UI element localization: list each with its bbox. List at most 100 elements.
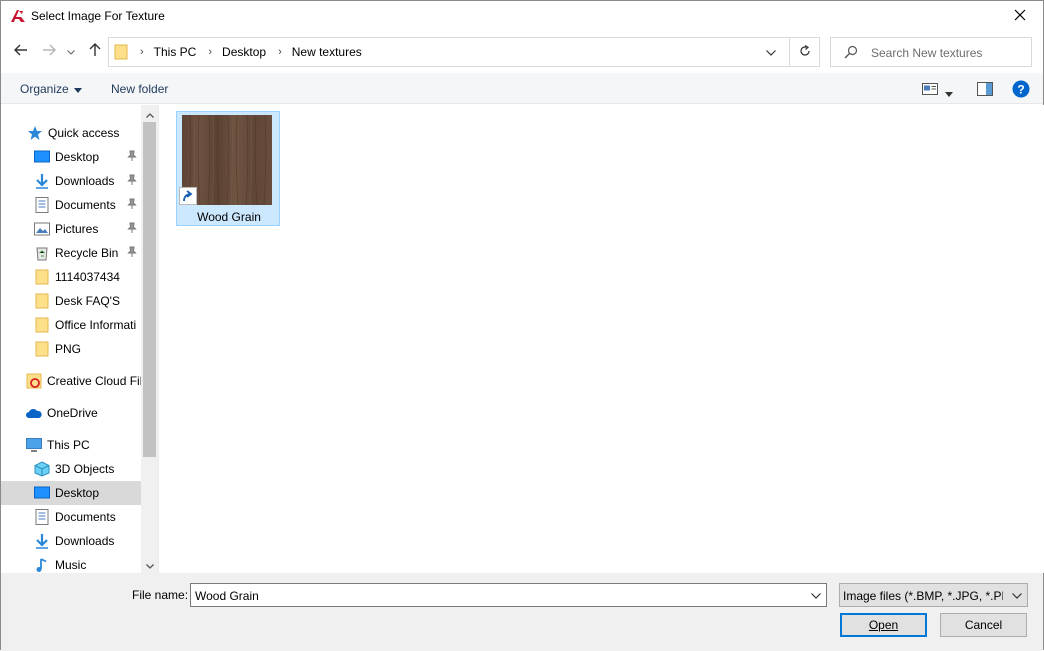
sidebar-item-recycle-bin[interactable]: Recycle Bin [1, 241, 141, 265]
pin-icon[interactable] [127, 198, 137, 213]
folder-icon [114, 44, 128, 63]
view-options-dropdown[interactable] [945, 86, 957, 97]
caret-down-icon [73, 82, 82, 96]
scroll-up-button[interactable] [141, 105, 158, 122]
breadcrumb: › This PC › Desktop › New textures [134, 38, 362, 66]
arrow-right-icon [42, 44, 56, 59]
music-icon [34, 557, 50, 573]
file-type-dropdown-button[interactable] [1009, 584, 1025, 606]
sidebar-item-creative-cloud-files[interactable]: Creative Cloud Fil [1, 369, 141, 393]
file-list: Wood Grain [160, 105, 1044, 573]
file-name-label: Wood Grain [197, 210, 261, 224]
help-icon: ? [1012, 80, 1030, 101]
recent-locations-button[interactable] [63, 40, 79, 62]
file-type-select[interactable]: Image files (*.BMP, *.JPG, *.PNG) [839, 583, 1028, 607]
help-button[interactable]: ? [1012, 80, 1030, 98]
recycle-bin-icon [34, 245, 50, 261]
refresh-icon [799, 44, 811, 60]
sidebar-item-folder-1114037434[interactable]: 1114037434 [1, 265, 141, 289]
sidebar-item-documents[interactable]: Documents [1, 193, 141, 217]
chevron-down-icon [811, 588, 821, 602]
desktop-icon [34, 149, 50, 165]
computer-icon [26, 437, 42, 453]
search-icon [844, 45, 858, 62]
pin-icon[interactable] [127, 246, 137, 261]
pin-icon[interactable] [127, 174, 137, 189]
file-name-value: Wood Grain [195, 589, 259, 603]
address-history-button[interactable] [759, 38, 783, 66]
document-icon [34, 197, 50, 213]
file-name-history-button[interactable] [806, 584, 826, 606]
refresh-button[interactable] [789, 38, 819, 66]
file-item-wood-grain[interactable]: Wood Grain [176, 111, 280, 226]
sidebar-item-this-pc-downloads[interactable]: Downloads [1, 529, 141, 553]
sidebar-item-music[interactable]: Music [1, 553, 141, 573]
pin-icon[interactable] [127, 150, 137, 165]
breadcrumb-this-pc[interactable]: This PC [154, 45, 197, 59]
shortcut-arrow-icon [179, 187, 197, 205]
desktop-icon [34, 485, 50, 501]
sidebar-item-desktop[interactable]: Desktop [1, 145, 141, 169]
breadcrumb-desktop[interactable]: Desktop [222, 45, 266, 59]
change-view-button[interactable] [922, 83, 938, 95]
up-button[interactable] [84, 40, 106, 62]
sidebar-scrollbar[interactable] [141, 105, 158, 573]
folder-icon [34, 293, 50, 309]
breadcrumb-new-textures[interactable]: New textures [292, 45, 362, 59]
scrollbar-thumb[interactable] [143, 122, 156, 457]
new-folder-button[interactable]: New folder [111, 82, 168, 96]
caret-down-icon [945, 86, 953, 100]
scroll-down-button[interactable] [141, 556, 158, 573]
file-name-field[interactable]: Wood Grain [190, 583, 827, 607]
title-bar: Select Image For Texture [1, 1, 1043, 32]
pictures-icon [34, 221, 50, 237]
forward-button[interactable] [38, 40, 60, 62]
cancel-button[interactable]: Cancel [940, 613, 1027, 637]
onedrive-icon [26, 405, 42, 421]
svg-text:?: ? [1017, 83, 1024, 97]
chevron-right-icon[interactable]: › [278, 46, 282, 58]
sidebar-item-desk-faqs[interactable]: Desk FAQ'S [1, 289, 141, 313]
sidebar-item-this-pc[interactable]: This PC [1, 433, 141, 457]
search-input[interactable]: Search New textures [830, 37, 1032, 67]
folder-icon [34, 317, 50, 333]
chevron-right-icon[interactable]: › [208, 46, 212, 58]
app-logo-icon [10, 8, 26, 24]
back-button[interactable] [10, 40, 32, 62]
download-icon [34, 533, 50, 549]
navigation-pane: Quick access Desktop Downloads Documents… [1, 105, 159, 573]
file-type-value: Image files (*.BMP, *.JPG, *.PNG) [843, 589, 1003, 603]
3d-objects-icon [34, 461, 50, 477]
arrow-up-icon [89, 42, 101, 60]
preview-pane-button[interactable] [977, 82, 993, 96]
window-title: Select Image For Texture [31, 9, 165, 23]
sidebar-item-downloads[interactable]: Downloads [1, 169, 141, 193]
preview-pane-icon [977, 82, 993, 99]
navigation-bar: › This PC › Desktop › New textures Searc… [1, 36, 1043, 68]
organize-menu-button[interactable]: Organize [20, 82, 82, 96]
chevron-down-icon [67, 44, 75, 58]
dialog-footer: File name: Wood Grain Image files (*.BMP… [1, 573, 1043, 651]
sidebar-item-png[interactable]: PNG [1, 337, 141, 361]
folder-icon [34, 341, 50, 357]
download-icon [34, 173, 50, 189]
open-button[interactable]: Open [840, 613, 927, 637]
chevron-right-icon: › [140, 46, 144, 58]
sidebar-item-3d-objects[interactable]: 3D Objects [1, 457, 141, 481]
address-bar[interactable]: › This PC › Desktop › New textures [108, 37, 820, 67]
organize-label: Organize [20, 82, 69, 96]
sidebar-item-quick-access[interactable]: Quick access [1, 121, 141, 145]
sidebar-item-pictures[interactable]: Pictures [1, 217, 141, 241]
document-icon [34, 509, 50, 525]
sidebar-item-this-pc-desktop[interactable]: Desktop [1, 481, 141, 505]
sidebar-item-this-pc-documents[interactable]: Documents [1, 505, 141, 529]
pin-icon[interactable] [127, 222, 137, 237]
sidebar-item-onedrive[interactable]: OneDrive [1, 401, 141, 425]
sidebar-item-office-information[interactable]: Office Informati [1, 313, 141, 337]
open-button-label: Open [868, 618, 899, 632]
star-icon [27, 125, 43, 141]
creative-cloud-icon [26, 373, 42, 389]
chevron-down-icon [766, 45, 776, 59]
arrow-left-icon [14, 44, 28, 59]
close-button[interactable] [997, 1, 1043, 32]
